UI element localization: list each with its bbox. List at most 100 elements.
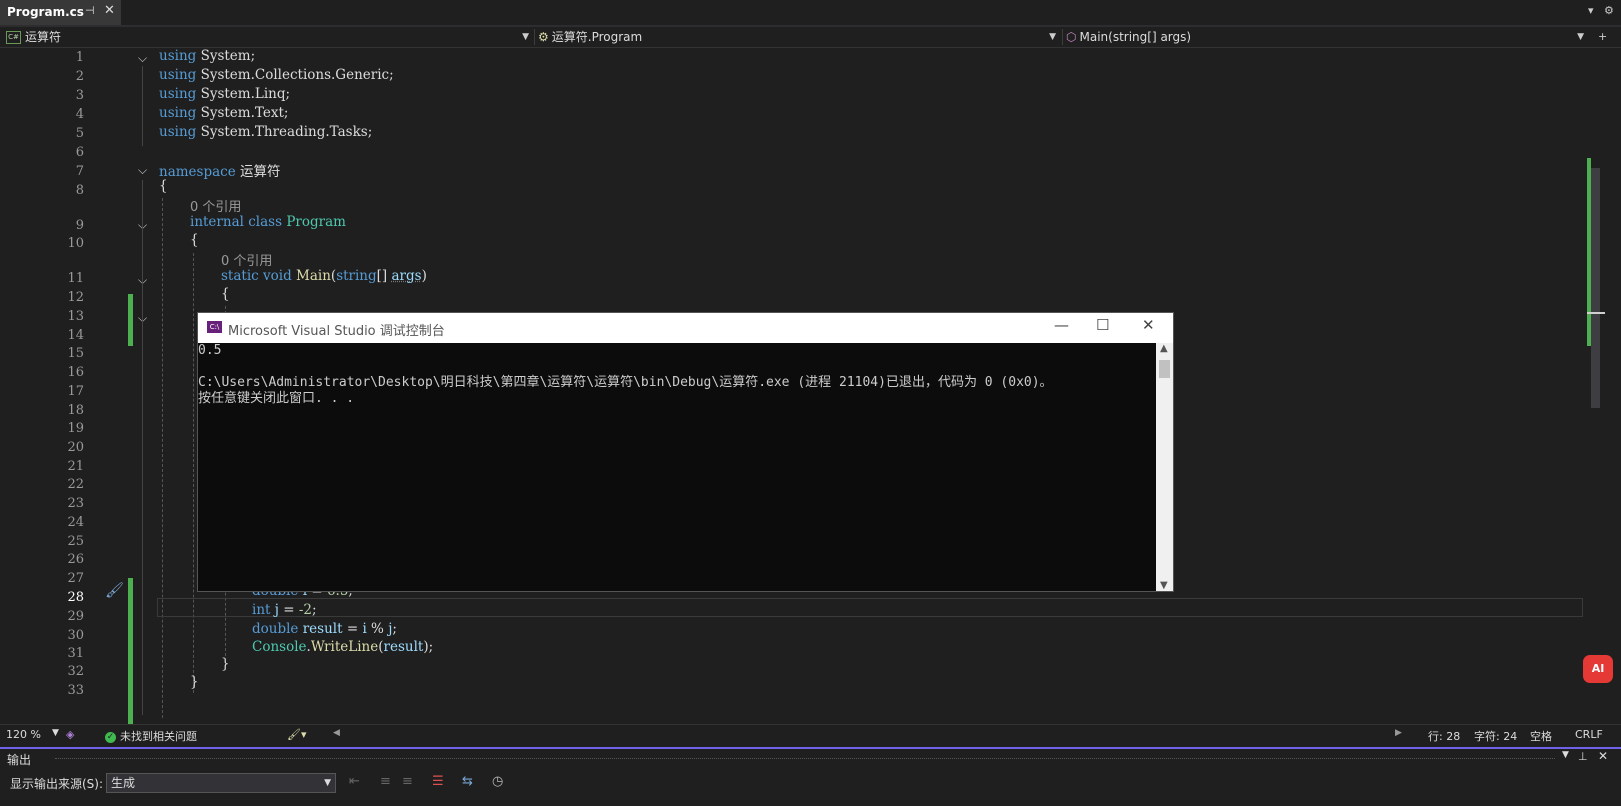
line-number: 10	[67, 236, 84, 251]
line-number: 12	[67, 290, 84, 305]
quick-actions-brush-icon[interactable]: 🖌	[105, 581, 124, 599]
indent-guide	[193, 253, 194, 693]
tab-title: Program.cs	[7, 5, 84, 19]
line-number: 19	[67, 421, 84, 436]
zoom-level[interactable]: 120 %	[6, 728, 41, 741]
scroll-down-icon[interactable]: ▼	[1160, 580, 1168, 591]
line-number: 2	[75, 69, 84, 84]
output-source-select[interactable]: 生成 ▼	[106, 773, 336, 793]
clock-icon[interactable]: ◷	[492, 774, 503, 789]
output-panel-header: 输出 ▼ ⊥ ✕	[0, 749, 1621, 767]
code-cleanup-icon[interactable]: 🖌▾	[287, 728, 307, 741]
line-number: 15	[67, 346, 84, 361]
editor-vertical-scrollbar[interactable]	[1587, 48, 1605, 724]
reference-count-hint[interactable]: 0 个引用	[190, 196, 241, 215]
pin-icon[interactable]: ⊥	[1578, 750, 1588, 763]
line-number: 8	[75, 183, 84, 198]
scroll-left-icon[interactable]: ◀	[333, 728, 340, 738]
change-indicator	[128, 294, 133, 346]
output-panel: 输出 ▼ ⊥ ✕ 显示输出来源(S): 生成 ▼ ⇤ ≡ ≡ ☰ ⇆ ◷	[0, 747, 1621, 806]
line-number: 25	[67, 534, 84, 549]
fold-region-line	[142, 180, 143, 715]
word-wrap-icon[interactable]: ⇆	[462, 774, 473, 789]
code-line-2: using System.Collections.Generic;	[159, 67, 394, 83]
line-number: 5	[75, 126, 84, 141]
find-message-icon[interactable]: ⇤	[349, 774, 360, 789]
line-ending-indicator[interactable]: CRLF	[1575, 728, 1603, 741]
tab-list-dropdown-icon[interactable]: ▾	[1588, 4, 1594, 17]
line-number: 3	[75, 88, 84, 103]
pin-icon[interactable]: ⊣	[85, 4, 95, 17]
minimize-button[interactable]: —	[1054, 316, 1069, 334]
chevron-down-icon: ▼	[324, 778, 331, 788]
line-number: 9	[75, 218, 84, 233]
fold-chevron-icon[interactable]: ⌵	[138, 51, 147, 66]
console-line: 按任意键关闭此窗口. . .	[198, 391, 355, 406]
previous-message-icon[interactable]: ≡	[380, 774, 391, 789]
scroll-right-icon[interactable]: ▶	[1395, 728, 1402, 738]
next-message-icon[interactable]: ≡	[402, 774, 413, 789]
method-lock-icon: ⬡	[1066, 30, 1077, 44]
panel-dropdown-icon[interactable]: ▼	[1562, 750, 1569, 760]
line-number: 20	[67, 440, 84, 455]
class-dropdown[interactable]: ⚙ 运算符.Program ▼	[538, 27, 1058, 47]
debug-console-window[interactable]: C:\ Microsoft Visual Studio 调试控制台 — ☐ ✕ …	[197, 312, 1174, 592]
chevron-down-icon: ▼	[1577, 32, 1584, 42]
member-name: Main(string[] args)	[1079, 30, 1192, 44]
line-number: 4	[75, 107, 84, 122]
close-icon[interactable]: ✕	[1598, 749, 1608, 763]
code-line-12: {	[221, 286, 230, 302]
close-button[interactable]: ✕	[1142, 316, 1155, 334]
scroll-up-icon[interactable]: ▲	[1160, 343, 1168, 354]
zoom-dropdown-icon[interactable]: ▼	[52, 728, 59, 738]
code-line-32: }	[221, 656, 230, 672]
line-number: 17	[67, 384, 84, 399]
line-indicator[interactable]: 行: 28	[1428, 728, 1460, 744]
whitespace-indicator[interactable]: 空格	[1530, 728, 1552, 744]
console-scroll-thumb[interactable]	[1159, 360, 1170, 378]
output-toolbar: 显示输出来源(S): 生成 ▼ ⇤ ≡ ≡ ☰ ⇆ ◷	[0, 769, 1621, 797]
scrollbar-caret-marker	[1587, 312, 1605, 314]
line-number: 30	[67, 628, 84, 643]
issues-indicator[interactable]: ✓ 未找到相关问题	[105, 728, 197, 744]
line-number: 22	[67, 477, 84, 492]
line-number: 7	[75, 164, 84, 179]
fold-region-line	[142, 66, 143, 146]
line-number: 31	[67, 646, 84, 661]
char-indicator[interactable]: 字符: 24	[1474, 728, 1517, 744]
maximize-button[interactable]: ☐	[1096, 316, 1109, 334]
line-number: 33	[67, 683, 84, 698]
code-line-4: using System.Text;	[159, 105, 289, 121]
code-line-8: {	[159, 178, 168, 194]
tab-program-cs[interactable]: Program.cs ⊣ ✕	[0, 0, 121, 25]
line-number: 24	[67, 515, 84, 530]
code-line-10: {	[190, 232, 199, 248]
console-title-bar[interactable]: C:\ Microsoft Visual Studio 调试控制台 — ☐ ✕	[198, 313, 1173, 343]
project-name: 运算符	[25, 30, 62, 44]
code-line-11: static void Main(string[] args)	[221, 268, 427, 284]
split-icon[interactable]: +	[1598, 30, 1607, 43]
clear-all-icon[interactable]: ☰	[432, 774, 444, 789]
code-line-9: internal class Program	[190, 214, 346, 230]
reference-count-hint[interactable]: 0 个引用	[221, 250, 272, 269]
project-dropdown[interactable]: C# 运算符 ▼	[6, 27, 531, 47]
line-number: 26	[67, 552, 84, 567]
console-scrollbar[interactable]: ▲ ▼	[1156, 343, 1173, 591]
code-line-1: using System;	[159, 48, 256, 64]
document-tab-strip: Program.cs ⊣ ✕ ▾ ⚙	[0, 0, 1621, 27]
member-dropdown[interactable]: ⬡ Main(string[] args) ▼	[1066, 27, 1586, 47]
scrollbar-thumb[interactable]	[1591, 168, 1600, 408]
line-number: 13	[67, 309, 84, 324]
csharp-project-icon: C#	[6, 31, 21, 44]
line-number: 21	[67, 459, 84, 474]
line-number: 11	[67, 271, 84, 286]
ai-assistant-button[interactable]: AI	[1583, 655, 1613, 683]
code-line-7: namespace 运算符	[159, 164, 281, 180]
fold-chevron-icon[interactable]: ⌵	[138, 163, 147, 178]
line-number: 16	[67, 365, 84, 380]
gear-icon[interactable]: ⚙	[1604, 4, 1614, 17]
code-line-33: }	[190, 674, 199, 690]
console-output: 0.5​C:\Users\Administrator\Desktop\明日科技\…	[198, 343, 1156, 591]
copilot-icon[interactable]: ◈	[66, 728, 74, 741]
close-icon[interactable]: ✕	[104, 3, 115, 18]
